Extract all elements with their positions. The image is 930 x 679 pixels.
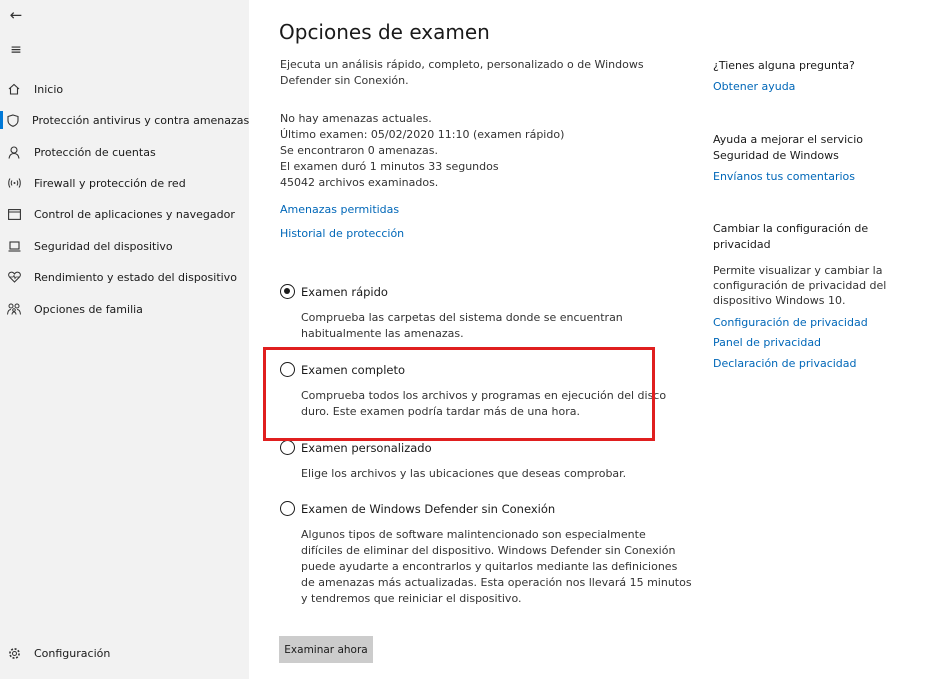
hamburger-menu-icon[interactable]: ≡: [6, 41, 26, 59]
sidebar-item-label: Configuración: [34, 646, 111, 660]
question-heading: ¿Tienes alguna pregunta?: [713, 59, 855, 72]
intro-text: Ejecuta un análisis rápido, completo, pe…: [280, 57, 644, 89]
allowed-threats-link[interactable]: Amenazas permitidas: [280, 203, 399, 216]
sidebar-item-label: Protección antivirus y contra amenazas: [32, 113, 250, 127]
intro-line: Defender sin Conexión.: [280, 74, 409, 87]
description-line: Comprueba las carpetas del sistema donde…: [301, 311, 623, 324]
custom-scan-label[interactable]: Examen personalizado: [301, 441, 432, 455]
description-line: Comprueba todos los archivos y programas…: [301, 389, 667, 402]
sidebar-item-app-browser[interactable]: Control de aplicaciones y navegador: [0, 201, 249, 227]
quick-scan-radio[interactable]: [280, 284, 295, 299]
status-line: Se encontraron 0 amenazas.: [280, 144, 438, 157]
description-line: de amenazas más actualizadas. Esta opera…: [301, 576, 692, 589]
offline-scan-description: Algunos tipos de software malintencionad…: [301, 527, 692, 607]
description-line: duro. Este examen podría tardar más de u…: [301, 405, 581, 418]
protection-history-link[interactable]: Historial de protección: [280, 227, 404, 240]
shield-icon: [7, 113, 19, 127]
gear-icon: [7, 646, 21, 660]
sidebar-item-label: Inicio: [34, 82, 64, 96]
send-feedback-link[interactable]: Envíanos tus comentarios: [713, 170, 855, 183]
family-icon: [7, 302, 21, 316]
offline-scan-radio[interactable]: [280, 501, 295, 516]
sidebar-item-accounts[interactable]: Protección de cuentas: [0, 139, 249, 165]
intro-line: Ejecuta un análisis rápido, completo, pe…: [280, 58, 644, 71]
back-arrow-icon[interactable]: ←: [6, 6, 26, 24]
heading-line: Ayuda a mejorar el servicio: [713, 133, 864, 146]
sidebar-item-label: Rendimiento y estado del dispositivo: [34, 270, 237, 284]
sidebar-item-virus-protection[interactable]: Protección antivirus y contra amenazas: [0, 107, 249, 133]
description-line: habitualmente las amenazas.: [301, 327, 464, 340]
quick-scan-label[interactable]: Examen rápido: [301, 285, 388, 299]
person-icon: [7, 145, 21, 159]
description-line: configuración de privacidad del: [713, 279, 887, 292]
offline-scan-label[interactable]: Examen de Windows Defender sin Conexión: [301, 502, 555, 516]
full-scan-radio[interactable]: [280, 362, 295, 377]
quick-scan-description: Comprueba las carpetas del sistema donde…: [301, 310, 623, 342]
description-line: Algunos tipos de software malintencionad…: [301, 528, 646, 541]
description-line: puede ayudarte a encontrarlos y quitarlo…: [301, 560, 678, 573]
privacy-heading: Cambiar la configuración de privacidad: [713, 221, 868, 253]
sidebar-item-family[interactable]: Opciones de familia: [0, 296, 249, 322]
privacy-settings-link[interactable]: Configuración de privacidad: [713, 316, 868, 329]
sidebar-item-label: Control de aplicaciones y navegador: [34, 207, 235, 221]
heading-line: Seguridad de Windows: [713, 149, 839, 162]
status-line: 45042 archivos examinados.: [280, 176, 439, 189]
status-line: Último examen: 05/02/2020 11:10 (examen …: [280, 128, 565, 141]
wifi-icon: [7, 176, 21, 190]
status-line: El examen duró 1 minutos 33 segundos: [280, 160, 499, 173]
description-line: Elige los archivos y las ubicaciones que…: [301, 467, 627, 480]
custom-scan-description: Elige los archivos y las ubicaciones que…: [301, 466, 626, 482]
sidebar-item-device-performance[interactable]: Rendimiento y estado del dispositivo: [0, 264, 249, 290]
sidebar-item-firewall[interactable]: Firewall y protección de red: [0, 170, 249, 196]
improve-heading: Ayuda a mejorar el servicio Seguridad de…: [713, 132, 863, 164]
heading-line: Cambiar la configuración de: [713, 222, 869, 235]
description-line: Permite visualizar y cambiar la: [713, 264, 883, 277]
laptop-icon: [7, 239, 21, 253]
status-line: No hay amenazas actuales.: [280, 112, 432, 125]
privacy-description: Permite visualizar y cambiar la configur…: [713, 263, 886, 308]
custom-scan-radio[interactable]: [280, 440, 295, 455]
sidebar-item-label: Protección de cuentas: [34, 145, 156, 159]
heart-icon: [7, 270, 21, 284]
scan-status: No hay amenazas actuales. Último examen:…: [280, 111, 564, 191]
full-scan-label[interactable]: Examen completo: [301, 363, 405, 377]
privacy-statement-link[interactable]: Declaración de privacidad: [713, 357, 857, 370]
scan-now-button[interactable]: Examinar ahora: [279, 636, 373, 663]
description-line: y tendremos que reiniciar el dispositivo…: [301, 592, 522, 605]
sidebar-item-device-security[interactable]: Seguridad del dispositivo: [0, 233, 249, 259]
heading-line: privacidad: [713, 238, 771, 251]
sidebar-item-settings[interactable]: Configuración: [0, 640, 249, 666]
sidebar: ← ≡ Inicio Protección antivirus y contra…: [0, 0, 249, 679]
browser-window-icon: [7, 207, 21, 221]
privacy-dashboard-link[interactable]: Panel de privacidad: [713, 336, 821, 349]
get-help-link[interactable]: Obtener ayuda: [713, 80, 795, 93]
full-scan-description: Comprueba todos los archivos y programas…: [301, 388, 666, 420]
sidebar-item-home[interactable]: Inicio: [0, 76, 249, 102]
description-line: dispositivo Windows 10.: [713, 294, 846, 307]
home-icon: [7, 82, 21, 96]
sidebar-item-label: Firewall y protección de red: [34, 176, 186, 190]
page-title: Opciones de examen: [279, 20, 490, 44]
description-line: difíciles de eliminar del dispositivo. W…: [301, 544, 676, 557]
sidebar-item-label: Opciones de familia: [34, 302, 143, 316]
sidebar-item-label: Seguridad del dispositivo: [34, 239, 173, 253]
